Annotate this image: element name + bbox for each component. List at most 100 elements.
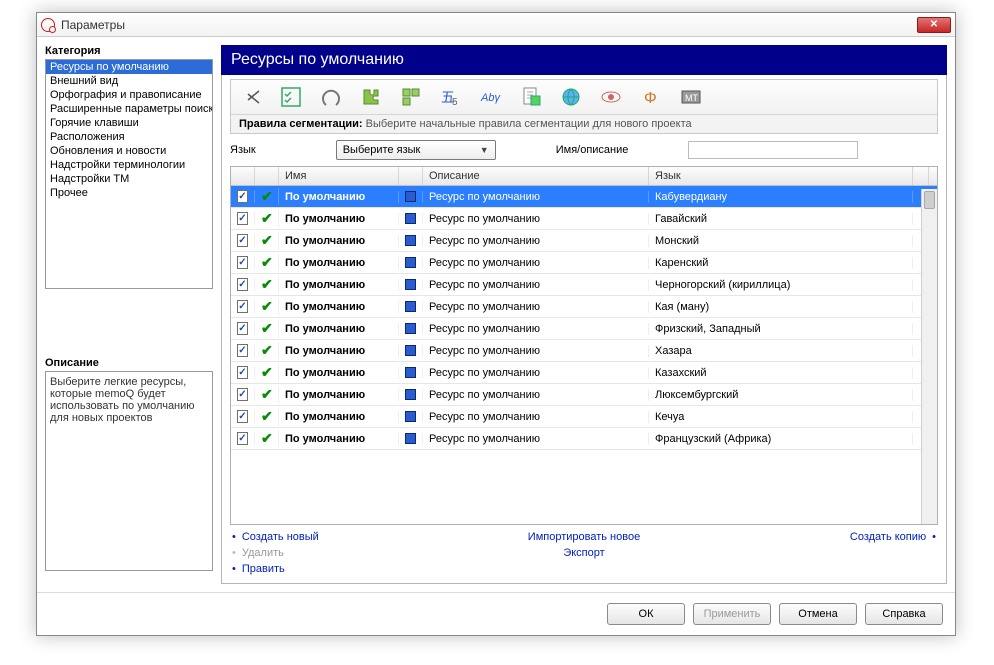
cell-lang: Монский: [649, 235, 913, 247]
puzzle-icon[interactable]: [357, 84, 385, 110]
close-button[interactable]: ✕: [917, 17, 951, 33]
category-item[interactable]: Прочее: [46, 186, 212, 200]
cell-lang: Кабувердиану: [649, 191, 913, 203]
table-row[interactable]: ✔По умолчаниюРесурс по умолчаниюКазахски…: [231, 362, 937, 384]
abc-icon[interactable]: Abγ: [477, 84, 505, 110]
table-row[interactable]: ✔По умолчаниюРесурс по умолчаниюГавайски…: [231, 208, 937, 230]
grid-body: ✔ По умолчанию Ресурс по умолчанию Кабуверд…: [231, 186, 937, 524]
row-checkbox[interactable]: [237, 366, 248, 379]
table-row[interactable]: ✔По умолчаниюРесурс по умолчаниюКаренски…: [231, 252, 937, 274]
row-checkbox[interactable]: [237, 256, 248, 269]
cell-name: По умолчанию: [279, 323, 399, 335]
monitor-icon: [405, 433, 416, 444]
table-row[interactable]: ✔По умолчаниюРесурс по умолчаниюФранцузс…: [231, 428, 937, 450]
category-item[interactable]: Надстройки терминологии: [46, 158, 212, 172]
category-item[interactable]: Расширенные параметры поиска: [46, 102, 212, 116]
row-checkbox[interactable]: [237, 388, 248, 401]
table-row[interactable]: ✔По умолчаниюРесурс по умолчаниюЧерногор…: [231, 274, 937, 296]
link-edit[interactable]: •Править: [232, 563, 467, 575]
cell-desc: Ресурс по умолчанию: [423, 433, 649, 445]
row-checkbox[interactable]: [237, 234, 248, 247]
name-filter-input[interactable]: [688, 141, 858, 159]
cell-desc: Ресурс по умолчанию: [423, 389, 649, 401]
cell-lang: Гавайский: [649, 213, 913, 225]
category-item[interactable]: Надстройки TM: [46, 172, 212, 186]
description-label: Описание: [45, 357, 213, 369]
row-checkbox[interactable]: [237, 410, 248, 423]
toolbar-caption: Правила сегментации: Выберите начальные …: [231, 114, 937, 133]
eye-icon[interactable]: [597, 84, 625, 110]
content-area: Категория Ресурсы по умолчаниюВнешний ви…: [37, 37, 955, 592]
cancel-button[interactable]: Отмена: [779, 603, 857, 625]
category-item[interactable]: Расположения: [46, 130, 212, 144]
check-icon: ✔: [261, 320, 273, 337]
link-export[interactable]: Экспорт: [467, 547, 702, 559]
globe-icon[interactable]: [557, 84, 585, 110]
category-list[interactable]: Ресурсы по умолчаниюВнешний видОрфографи…: [45, 59, 213, 289]
page-title: Ресурсы по умолчанию: [221, 45, 947, 75]
grid-header: Имя Описание Язык: [231, 167, 937, 186]
monitor-icon: [405, 235, 416, 246]
col-name[interactable]: Имя: [279, 167, 399, 185]
cell-desc: Ресурс по умолчанию: [423, 257, 649, 269]
category-item[interactable]: Обновления и новости: [46, 144, 212, 158]
table-row[interactable]: ✔По умолчаниюРесурс по умолчаниюХазара: [231, 340, 937, 362]
apply-button: Применить: [693, 603, 771, 625]
document-icon[interactable]: [517, 84, 545, 110]
scissors-icon[interactable]: [237, 84, 265, 110]
category-item[interactable]: Орфография и правописание: [46, 88, 212, 102]
category-item[interactable]: Ресурсы по умолчанию: [46, 60, 212, 74]
row-checkbox[interactable]: [237, 300, 248, 313]
row-checkbox[interactable]: [237, 322, 248, 335]
check-icon: ✔: [261, 386, 273, 403]
category-item[interactable]: Внешний вид: [46, 74, 212, 88]
scrollbar-thumb[interactable]: [924, 191, 935, 209]
cell-lang: Кая (ману): [649, 301, 913, 313]
table-row[interactable]: ✔По умолчаниюРесурс по умолчаниюКабуверд…: [231, 186, 937, 208]
horseshoe-icon[interactable]: [317, 84, 345, 110]
category-item[interactable]: Горячие клавиши: [46, 116, 212, 130]
dialog-footer: ОК Применить Отмена Справка: [37, 592, 955, 635]
app-icon: [41, 18, 55, 32]
row-checkbox[interactable]: [237, 344, 248, 357]
row-checkbox[interactable]: [237, 190, 248, 203]
mt-icon[interactable]: MT: [677, 84, 705, 110]
check-icon: ✔: [261, 210, 273, 227]
cell-lang: Люксембургский: [649, 389, 913, 401]
check-icon: ✔: [261, 298, 273, 315]
col-lang[interactable]: Язык: [649, 167, 913, 185]
check-icon: ✔: [261, 232, 273, 249]
svg-text:Φ: Φ: [644, 90, 657, 107]
ok-button[interactable]: ОК: [607, 603, 685, 625]
cell-name: По умолчанию: [279, 235, 399, 247]
asian-char-icon[interactable]: 五5: [437, 84, 465, 110]
lang-select-text: Выберите язык: [343, 144, 421, 156]
phi-icon[interactable]: Φ: [637, 84, 665, 110]
cell-desc: Ресурс по умолчанию: [423, 411, 649, 423]
checklist-icon[interactable]: [277, 84, 305, 110]
table-row[interactable]: ✔По умолчаниюРесурс по умолчаниюКая (ман…: [231, 296, 937, 318]
monitor-icon: [405, 367, 416, 378]
link-create-new[interactable]: •Создать новый: [232, 531, 467, 543]
link-import[interactable]: Импортировать новое: [467, 531, 702, 543]
filter-bar: Язык Выберите язык ▼ Имя/описание: [230, 134, 938, 166]
row-checkbox[interactable]: [237, 432, 248, 445]
cell-lang: Фризский, Западный: [649, 323, 913, 335]
row-checkbox[interactable]: [237, 212, 248, 225]
check-icon: ✔: [261, 188, 273, 205]
help-button[interactable]: Справка: [865, 603, 943, 625]
table-row[interactable]: ✔По умолчаниюРесурс по умолчаниюЛюксембу…: [231, 384, 937, 406]
table-row[interactable]: ✔По умолчаниюРесурс по умолчаниюКечуа: [231, 406, 937, 428]
toolbar-caption-label: Правила сегментации:: [239, 118, 363, 130]
puzzle-multi-icon[interactable]: [397, 84, 425, 110]
col-desc[interactable]: Описание: [423, 167, 649, 185]
table-row[interactable]: ✔По умолчаниюРесурс по умолчаниюМонский: [231, 230, 937, 252]
row-checkbox[interactable]: [237, 278, 248, 291]
lang-select[interactable]: Выберите язык ▼: [336, 140, 496, 160]
link-create-copy[interactable]: Создать копию•: [701, 531, 936, 543]
table-row[interactable]: ✔По умолчаниюРесурс по умолчаниюФризский…: [231, 318, 937, 340]
vertical-scrollbar[interactable]: [921, 189, 937, 524]
action-links: •Создать новый Импортировать новое Созда…: [230, 525, 938, 575]
monitor-icon: [405, 191, 416, 202]
cell-desc: Ресурс по умолчанию: [423, 345, 649, 357]
